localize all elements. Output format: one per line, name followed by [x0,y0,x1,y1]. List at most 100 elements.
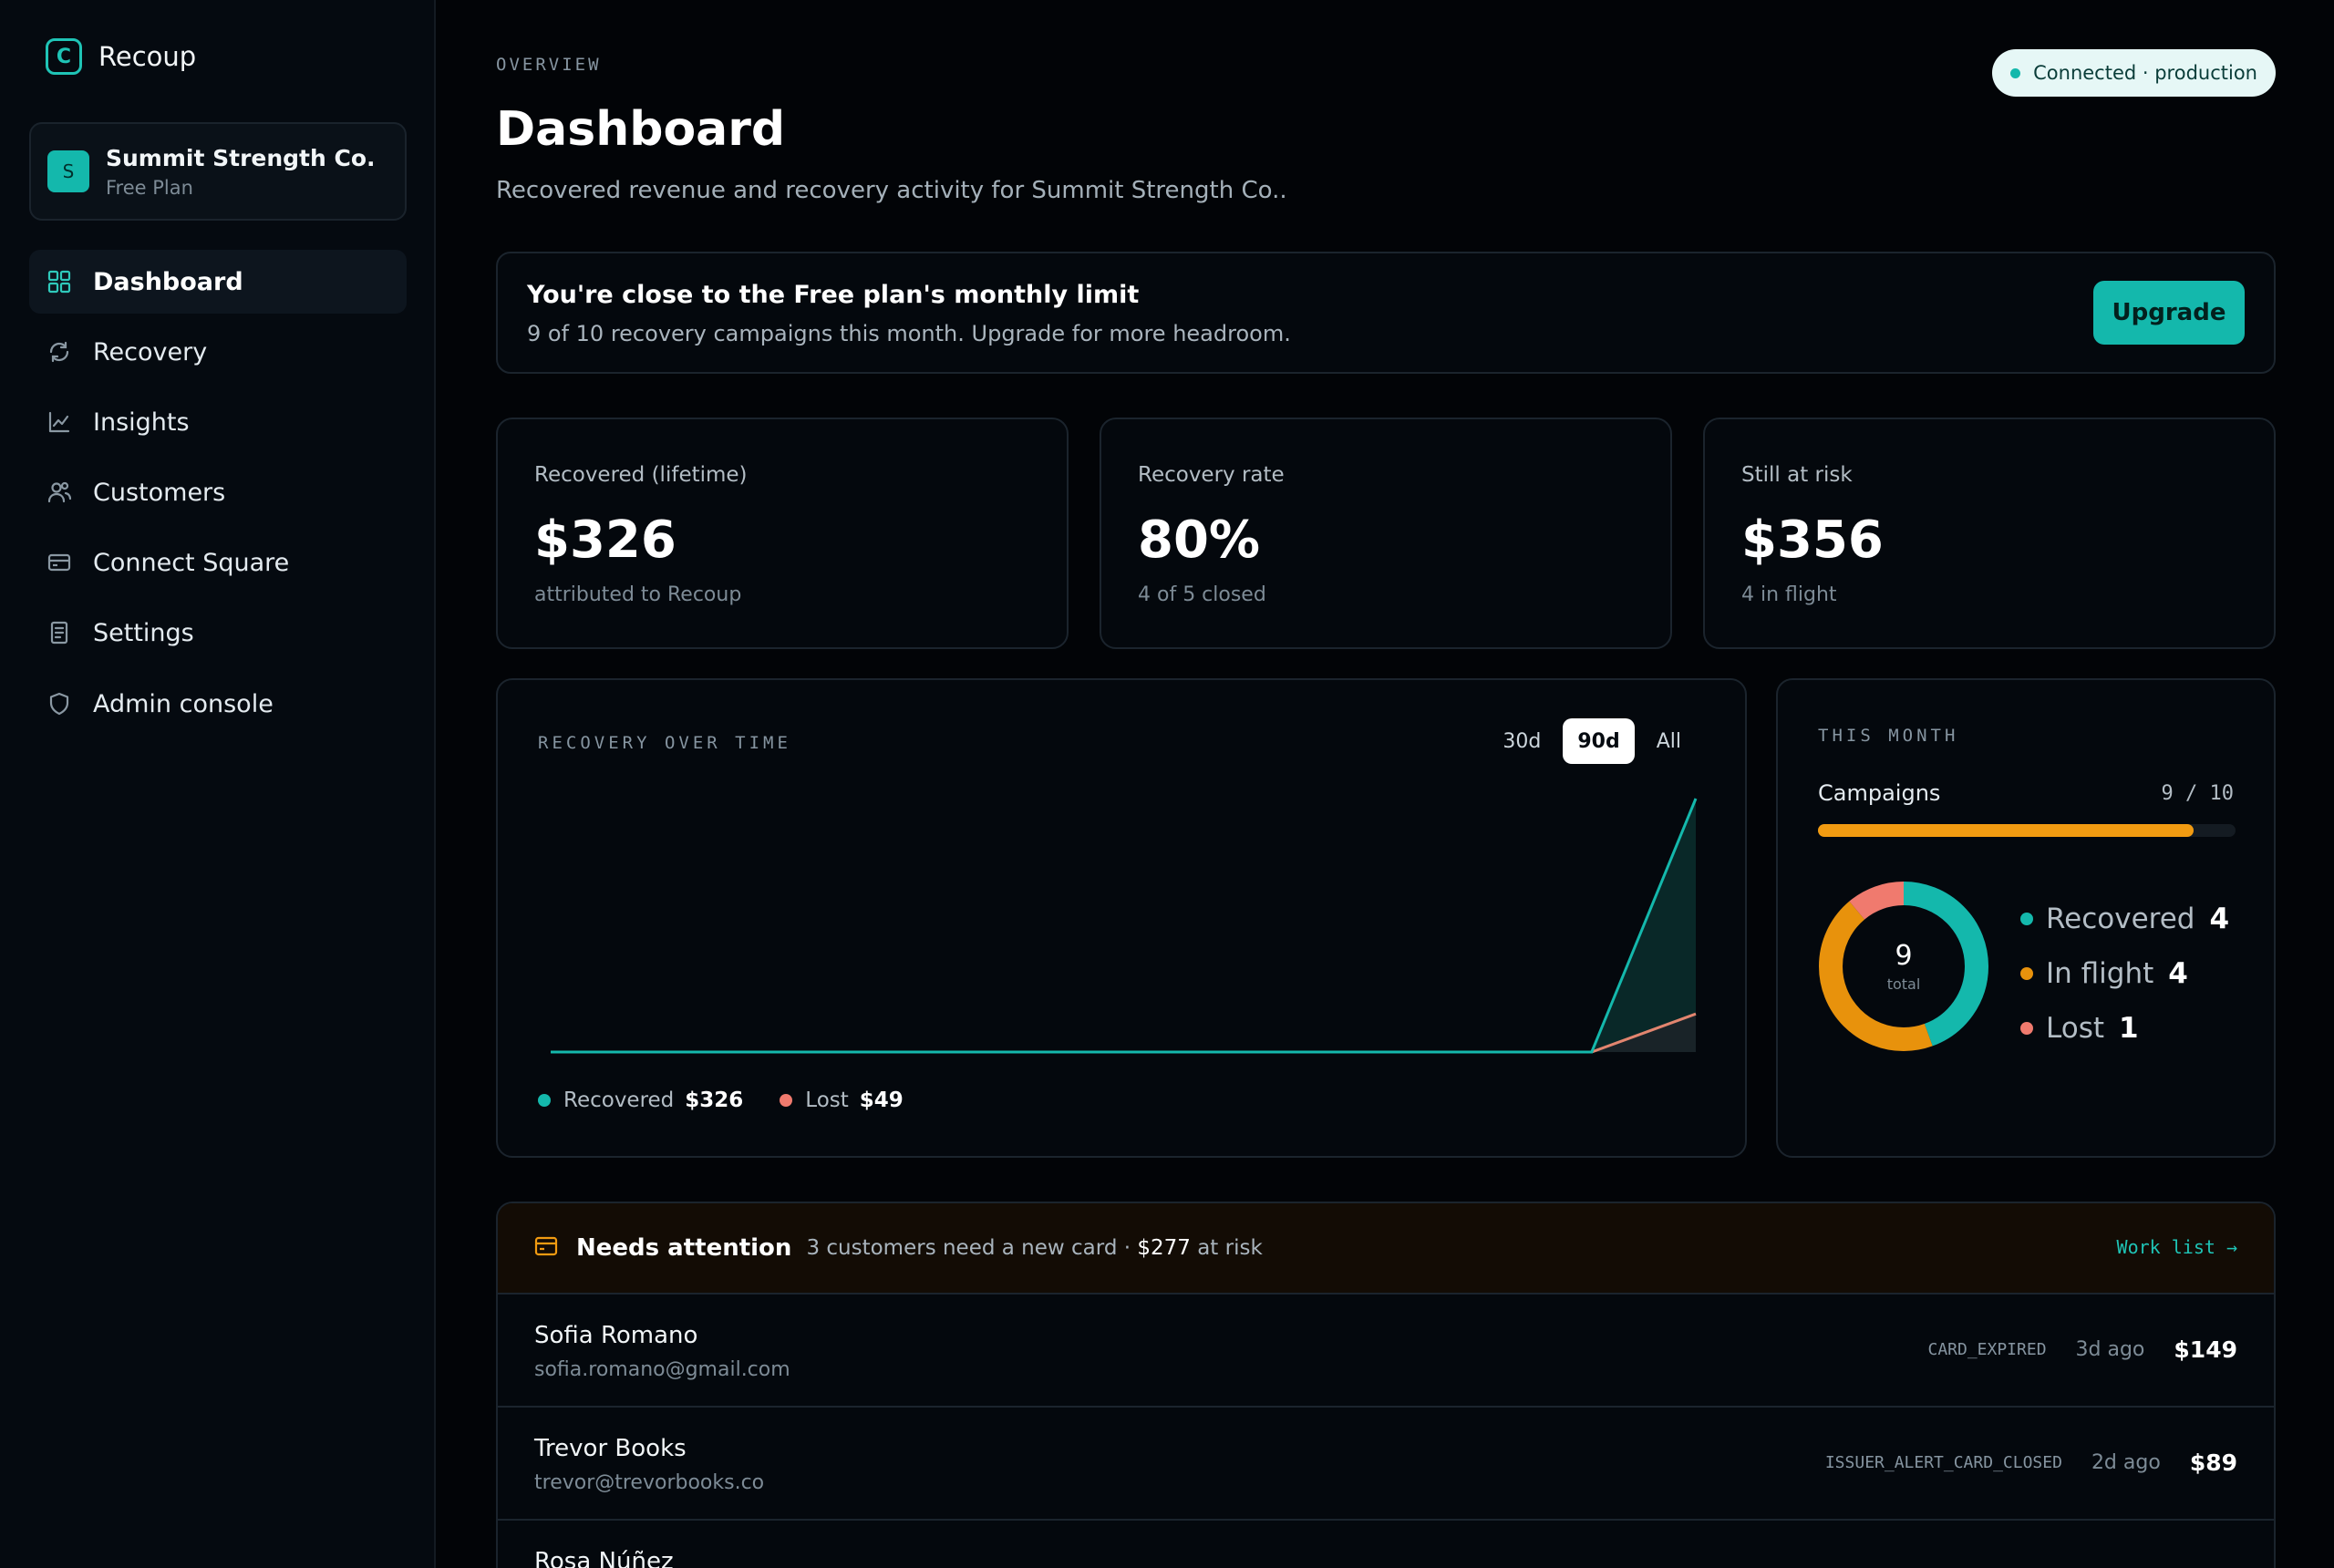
work-list-link[interactable]: Work list → [2117,1236,2237,1258]
sidebar: C Recoup S Summit Strength Co. Free Plan… [0,0,436,1568]
decline-code: ISSUER_ALERT_CARD_CLOSED [1824,1453,2062,1472]
series-area-recovered [551,799,1696,1052]
stat-card-recovery-rate: Recovery rate 80% 4 of 5 closed [1100,418,1672,649]
legend-name: Recovered [2046,903,2195,935]
series-line-recovered [551,798,1698,1054]
amount: $149 [2174,1336,2237,1363]
needs-attention-card: Needs attention 3 customers need a new c… [496,1202,2276,1568]
page-title: Dashboard [496,102,786,157]
sidebar-nav: Dashboard Recovery Insights Customers Co… [29,250,407,742]
sidebar-item-recovery[interactable]: Recovery [29,320,407,384]
refresh-icon [47,340,71,364]
customer-name: Trevor Books [534,1435,687,1462]
connection-status-text: Connected · production [2033,62,2257,84]
legend-dot-icon [2020,967,2033,980]
sidebar-item-label: Admin console [93,689,274,718]
status-dot-icon [2010,67,2021,78]
legend-value: 4 [2168,957,2188,990]
donut-legend-lost: Lost 1 [2020,1001,2229,1056]
upgrade-button[interactable]: Upgrade [2093,281,2245,345]
legend-item-lost: Lost $49 [780,1088,904,1112]
shield-icon [47,692,71,716]
stat-label: Recovered (lifetime) [534,463,748,487]
recoup-logo-icon: C [46,38,82,75]
legend-name: Recovered [563,1088,675,1112]
campaigns-label: Campaigns [1818,780,1941,806]
this-month-card: THIS MONTH Campaigns 9 / 10 9 total Reco… [1776,678,2276,1158]
donut-caption: total [1886,975,1921,993]
customer-email: trevor@trevorbooks.co [534,1471,765,1494]
chart-legend: Recovered $326 Lost $49 [538,1088,940,1112]
needs-attention-title: Needs attention [576,1234,792,1262]
limit-title: You're close to the Free plan's monthly … [527,281,1140,309]
time-ago: 3d ago [2075,1338,2145,1361]
series-line-lost [551,1012,1697,1054]
legend-dot-icon [2020,913,2033,925]
campaigns-count: 9 / 10 [2161,782,2234,805]
decline-code: CARD_EXPIRED [1927,1340,2047,1359]
page-eyebrow: OVERVIEW [496,55,602,75]
grid-icon [47,270,71,294]
org-avatar: S [47,150,89,192]
customer-email: sofia.romano@gmail.com [534,1358,790,1381]
users-icon [47,480,71,504]
legend-dot-icon [2020,1022,2033,1035]
stat-card-at-risk: Still at risk $356 4 in flight [1703,418,2276,649]
series-area-lost [551,1014,1696,1052]
sidebar-item-settings[interactable]: Settings [29,601,407,665]
page-subtitle: Recovered revenue and recovery activity … [496,177,1287,204]
sidebar-item-connect-square[interactable]: Connect Square [29,531,407,594]
sidebar-item-label: Dashboard [93,267,243,296]
legend-dot-icon [780,1094,793,1107]
stat-footnote: attributed to Recoup [534,583,742,606]
stat-value: 80% [1138,511,1261,570]
sidebar-item-insights[interactable]: Insights [29,390,407,454]
donut-total: 9 [1895,940,1913,972]
plan-limit-banner: You're close to the Free plan's monthly … [496,252,2276,374]
customer-name: Rosa Núñez [534,1548,674,1568]
app-name: Recoup [98,41,197,72]
brand[interactable]: C Recoup [46,38,196,75]
document-icon [47,621,71,645]
legend-dot-icon [538,1094,551,1107]
stat-label: Recovery rate [1138,463,1285,487]
donut-legend-in-flight: In flight 4 [2020,946,2229,1001]
stat-label: Still at risk [1741,463,1853,487]
attention-row[interactable]: Sofia Romano sofia.romano@gmail.com CARD… [498,1295,2274,1408]
stat-value: $356 [1741,511,1884,570]
org-name: Summit Strength Co. [106,144,376,171]
sidebar-item-customers[interactable]: Customers [29,460,407,524]
legend-name: Lost [805,1088,849,1112]
donut-center: 9 total [1818,881,1989,1052]
legend-value: 1 [2119,1012,2139,1045]
stat-footnote: 4 in flight [1741,583,1837,606]
needs-attention-header: Needs attention 3 customers need a new c… [498,1203,2274,1295]
donut-legend-recovered: Recovered 4 [2020,892,2229,946]
legend-value: $326 [685,1088,744,1112]
campaigns-progress-fill [1818,824,2195,837]
stat-footnote: 4 of 5 closed [1138,583,1266,606]
org-switcher[interactable]: S Summit Strength Co. Free Plan [29,122,407,221]
legend-value: $49 [859,1088,904,1112]
legend-name: In flight [2046,957,2154,990]
sidebar-item-admin-console[interactable]: Admin console [29,672,407,736]
sidebar-item-dashboard[interactable]: Dashboard [29,250,407,314]
sidebar-item-label: Settings [93,618,194,647]
connection-status-badge: Connected · production [1992,49,2276,97]
needs-attention-summary: 3 customers need a new card · $277 at ri… [806,1236,1263,1260]
attention-row[interactable]: Trevor Books trevor@trevorbooks.co ISSUE… [498,1408,2274,1521]
recovery-chart-card: RECOVERY OVER TIME 30d 90d All Recovered… [496,678,1747,1158]
limit-description: 9 of 10 recovery campaigns this month. U… [527,321,1291,346]
card-icon [534,1236,558,1260]
donut-legend: Recovered 4 In flight 4 Lost 1 [2020,892,2229,1056]
sidebar-item-label: Recovery [93,337,208,366]
org-plan: Free Plan [106,176,193,199]
sidebar-item-label: Connect Square [93,548,290,577]
campaigns-progress-track [1818,824,2236,837]
card-icon [47,551,71,574]
amount: $89 [2189,1449,2237,1476]
attention-row[interactable]: Rosa Núñez [498,1521,2274,1568]
legend-value: 4 [2209,903,2230,935]
legend-item-recovered: Recovered $326 [538,1088,743,1112]
stat-value: $326 [534,511,676,570]
